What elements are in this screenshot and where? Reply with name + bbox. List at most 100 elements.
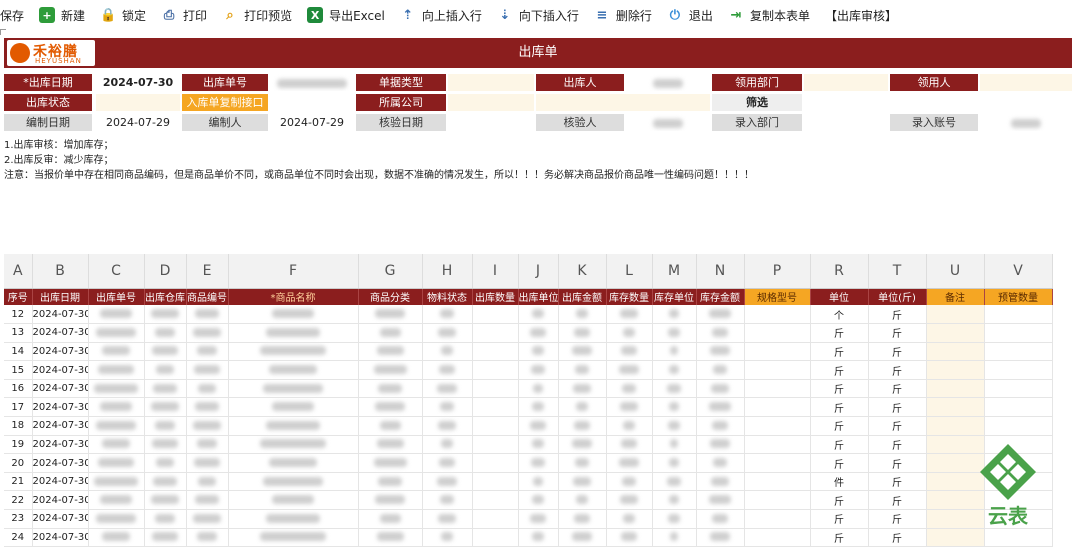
verifier-field[interactable] xyxy=(626,114,710,131)
table-cell[interactable] xyxy=(422,509,473,529)
table-cell[interactable] xyxy=(652,323,697,343)
table-cell[interactable] xyxy=(606,305,653,325)
table-cell[interactable] xyxy=(744,435,811,455)
table-cell[interactable] xyxy=(88,305,145,325)
column-letter-C[interactable]: C xyxy=(88,254,145,289)
column-letter-U[interactable]: U xyxy=(926,254,985,289)
table-cell[interactable] xyxy=(518,379,559,399)
table-cell[interactable] xyxy=(358,342,423,362)
table-cell[interactable] xyxy=(358,509,423,529)
table-cell[interactable] xyxy=(472,360,519,380)
table-cell[interactable] xyxy=(472,397,519,418)
table-cell[interactable] xyxy=(984,305,1053,325)
table-cell[interactable] xyxy=(422,323,473,343)
toolbar-button-4[interactable]: ⌕ 打印预览 xyxy=(222,0,292,30)
table-cell[interactable] xyxy=(696,416,745,436)
table-cell[interactable] xyxy=(558,323,607,343)
table-cell[interactable] xyxy=(144,472,187,492)
table-cell[interactable] xyxy=(422,379,473,399)
table-cell[interactable] xyxy=(744,342,811,362)
toolbar-button-11[interactable]: 【出库审核】 xyxy=(825,0,897,30)
table-cell[interactable] xyxy=(144,360,187,380)
table-cell[interactable] xyxy=(472,528,519,547)
table-cell[interactable] xyxy=(744,416,811,436)
table-cell[interactable] xyxy=(228,379,359,399)
table-row[interactable]: 15 2024-07-30 斤斤 xyxy=(4,360,1053,380)
table-cell[interactable] xyxy=(472,305,519,325)
table-cell[interactable] xyxy=(228,360,359,380)
table-cell[interactable] xyxy=(186,472,229,492)
table-cell[interactable] xyxy=(696,453,745,473)
table-cell[interactable] xyxy=(186,453,229,473)
table-cell[interactable] xyxy=(518,323,559,343)
table-cell[interactable] xyxy=(652,342,697,362)
table-cell[interactable]: 13 xyxy=(4,323,33,343)
table-cell[interactable] xyxy=(186,416,229,436)
table-cell[interactable] xyxy=(358,528,423,547)
table-cell[interactable] xyxy=(144,453,187,473)
table-cell[interactable] xyxy=(652,472,697,492)
toolbar-button-0[interactable]: 保存 xyxy=(0,0,24,30)
table-cell[interactable] xyxy=(558,416,607,436)
compiler-field[interactable]: 2024-07-29 xyxy=(270,114,354,131)
table-cell[interactable] xyxy=(606,397,653,418)
table-cell[interactable] xyxy=(228,416,359,436)
toolbar-button-8[interactable]: ≡ 删除行 xyxy=(594,0,651,30)
table-cell[interactable] xyxy=(228,342,359,362)
table-cell[interactable]: 2024-07-30 xyxy=(32,360,89,380)
table-cell[interactable] xyxy=(228,323,359,343)
table-cell[interactable] xyxy=(926,528,985,547)
table-cell[interactable] xyxy=(558,453,607,473)
table-cell[interactable]: 15 xyxy=(4,360,33,380)
table-cell[interactable] xyxy=(422,416,473,436)
filter-button[interactable]: 筛选 xyxy=(712,94,802,111)
table-cell[interactable] xyxy=(228,490,359,511)
table-cell[interactable] xyxy=(88,453,145,473)
table-cell[interactable]: 24 xyxy=(4,528,33,547)
table-row[interactable]: 22 2024-07-30 斤斤 xyxy=(4,490,1053,511)
table-cell[interactable]: 2024-07-30 xyxy=(32,509,89,529)
table-row[interactable]: 16 2024-07-30 斤斤 xyxy=(4,379,1053,399)
entry-account-field[interactable] xyxy=(980,114,1072,131)
toolbar-button-3[interactable]: ⎙ 打印 xyxy=(161,0,207,30)
table-cell[interactable]: 斤 xyxy=(810,509,869,529)
table-cell[interactable] xyxy=(358,360,423,380)
table-cell[interactable] xyxy=(88,435,145,455)
table-row[interactable]: 21 2024-07-30 件斤 xyxy=(4,472,1053,492)
column-letter-B[interactable]: B xyxy=(32,254,89,289)
column-letter-K[interactable]: K xyxy=(558,254,607,289)
table-cell[interactable] xyxy=(558,360,607,380)
table-cell[interactable]: 2024-07-30 xyxy=(32,453,89,473)
table-cell[interactable] xyxy=(606,435,653,455)
table-cell[interactable]: 18 xyxy=(4,416,33,436)
table-cell[interactable]: 斤 xyxy=(868,453,927,473)
table-cell[interactable] xyxy=(88,472,145,492)
table-cell[interactable] xyxy=(652,490,697,511)
table-cell[interactable] xyxy=(144,490,187,511)
table-cell[interactable] xyxy=(422,397,473,418)
table-row[interactable]: 14 2024-07-30 斤斤 xyxy=(4,342,1053,362)
column-letter-P[interactable]: P xyxy=(744,254,811,289)
table-cell[interactable] xyxy=(186,397,229,418)
table-cell[interactable] xyxy=(422,472,473,492)
table-cell[interactable] xyxy=(984,416,1053,436)
table-cell[interactable] xyxy=(144,379,187,399)
table-cell[interactable] xyxy=(518,416,559,436)
table-cell[interactable] xyxy=(652,397,697,418)
table-cell[interactable]: 斤 xyxy=(868,472,927,492)
column-letter-G[interactable]: G xyxy=(358,254,423,289)
table-cell[interactable] xyxy=(144,509,187,529)
copy-inbound-interface-button[interactable]: 入库单复制接口 xyxy=(182,94,268,111)
table-cell[interactable] xyxy=(518,342,559,362)
doc-type-field[interactable] xyxy=(448,74,534,91)
table-cell[interactable]: 斤 xyxy=(868,435,927,455)
table-cell[interactable] xyxy=(228,305,359,325)
table-cell[interactable]: 2024-07-30 xyxy=(32,490,89,511)
table-row[interactable]: 20 2024-07-30 斤斤 xyxy=(4,453,1053,473)
table-cell[interactable] xyxy=(652,379,697,399)
table-cell[interactable]: 2024-07-30 xyxy=(32,323,89,343)
table-cell[interactable] xyxy=(88,360,145,380)
column-letter-I[interactable]: I xyxy=(472,254,519,289)
table-cell[interactable]: 20 xyxy=(4,453,33,473)
table-cell[interactable] xyxy=(696,323,745,343)
